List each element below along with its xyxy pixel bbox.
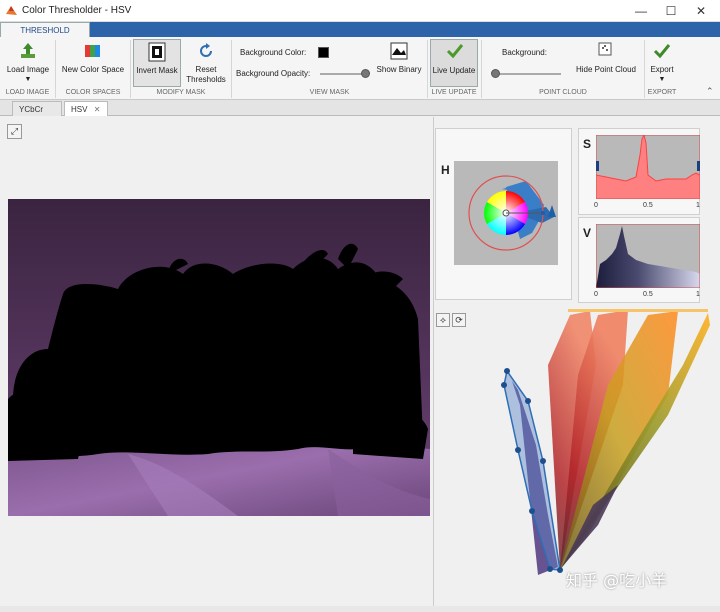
window-title: Color Thresholder - HSV xyxy=(22,5,132,16)
export-button[interactable]: Export ▼ xyxy=(646,40,678,86)
load-image-button[interactable]: Load Image ▼ xyxy=(3,40,53,86)
hue-color-wheel[interactable] xyxy=(454,161,558,265)
group-label-view-mask: VIEW MASK xyxy=(309,89,350,96)
chevron-down-icon: ▼ xyxy=(658,76,666,83)
new-color-space-label: New Color Space xyxy=(61,65,125,74)
slider-thumb[interactable] xyxy=(491,69,500,78)
background-opacity-slider[interactable] xyxy=(320,69,370,78)
s-tick-0: 0 xyxy=(594,202,598,209)
invert-mask-label: Invert Mask xyxy=(136,66,178,75)
point-cloud-background-slider[interactable] xyxy=(491,69,561,78)
minimize-button[interactable]: — xyxy=(627,2,655,20)
polygon-select-icon[interactable]: ⟡ xyxy=(436,313,450,327)
new-color-space-button[interactable]: New Color Space xyxy=(58,40,128,86)
tab-label: YCbCr xyxy=(19,105,44,114)
reset-thresholds-button[interactable]: Reset Thresholds xyxy=(184,40,228,86)
v-tick-1: 1 xyxy=(696,291,700,298)
document-tab-strip xyxy=(0,100,720,116)
export-label: Export xyxy=(650,65,674,74)
group-label-modify-mask: MODIFY MASK xyxy=(156,89,206,96)
point-cloud-background-label: Background: xyxy=(502,48,547,57)
s-tick-mid: 0.5 xyxy=(643,202,653,209)
reset-icon xyxy=(200,43,212,57)
saturation-channel-label: S xyxy=(583,137,592,151)
group-label-load-image: LOAD IMAGE xyxy=(5,89,50,96)
s-tick-1: 1 xyxy=(696,202,700,209)
value-channel-label: V xyxy=(583,226,592,240)
point-cloud-view[interactable] xyxy=(478,305,718,595)
ribbon-tab-strip xyxy=(0,22,720,37)
background-opacity-label: Background Opacity: xyxy=(236,69,311,78)
rotate-view-icon[interactable]: ⟳ xyxy=(452,313,466,327)
tab-threshold[interactable]: THRESHOLD xyxy=(0,22,90,38)
hue-channel-label: H xyxy=(441,163,450,177)
value-histogram[interactable] xyxy=(596,224,700,288)
maximize-button[interactable]: ☐ xyxy=(657,2,685,20)
checkmark-icon xyxy=(446,44,464,59)
invert-mask-icon xyxy=(148,42,166,62)
color-space-icon xyxy=(85,45,100,57)
tab-ycbcr[interactable]: YCbCr ✕ xyxy=(12,101,62,129)
hide-point-cloud-label: Hide Point Cloud xyxy=(575,65,637,74)
tab-label: HSV xyxy=(71,105,88,114)
v-tick-0: 0 xyxy=(594,291,598,298)
v-tick-mid: 0.5 xyxy=(643,291,653,298)
hide-point-cloud-button[interactable]: Hide Point Cloud xyxy=(570,40,642,86)
value-panel: V 0 0.5 1 xyxy=(578,217,700,303)
pan-tool-icon[interactable]: ⤢ xyxy=(7,124,22,139)
close-tab-icon[interactable]: ✕ xyxy=(94,105,101,114)
live-update-label: Live Update xyxy=(432,66,476,75)
show-binary-label: Show Binary xyxy=(376,65,422,74)
show-binary-button[interactable]: Show Binary xyxy=(372,40,426,86)
invert-mask-button[interactable]: Invert Mask xyxy=(133,39,181,87)
background-color-swatch[interactable] xyxy=(318,47,329,58)
group-label-export: EXPORT xyxy=(647,89,677,96)
background-color-label: Background Color: xyxy=(240,48,307,57)
watermark: 知乎 @吃小羊 xyxy=(566,571,668,590)
hue-panel: H xyxy=(435,128,572,300)
close-button[interactable]: ✕ xyxy=(687,2,715,20)
load-image-icon xyxy=(21,43,35,58)
live-update-button[interactable]: Live Update xyxy=(430,39,478,87)
point-cloud-icon xyxy=(598,42,612,56)
tab-hsv[interactable]: HSV ✕ xyxy=(64,101,108,116)
chevron-down-icon: ▼ xyxy=(24,76,32,83)
saturation-histogram[interactable] xyxy=(596,135,700,199)
group-label-point-cloud: POINT CLOUD xyxy=(539,89,587,96)
group-label-live-update: LIVE UPDATE xyxy=(431,89,477,96)
slider-thumb[interactable] xyxy=(361,69,370,78)
group-label-color-spaces: COLOR SPACES xyxy=(65,89,121,96)
title-bar: Color Thresholder - HSV — ☐ ✕ xyxy=(0,0,720,22)
show-binary-icon xyxy=(390,42,408,60)
load-image-label: Load Image xyxy=(6,65,50,74)
reset-thresholds-label: Reset Thresholds xyxy=(186,65,226,84)
saturation-panel: S 0 0.5 1 xyxy=(578,128,700,215)
export-check-icon xyxy=(653,44,671,59)
status-bar xyxy=(0,606,720,612)
collapse-ribbon-icon[interactable]: ⌃ xyxy=(706,86,714,97)
masked-image xyxy=(8,199,430,516)
matlab-logo-icon xyxy=(6,6,17,15)
